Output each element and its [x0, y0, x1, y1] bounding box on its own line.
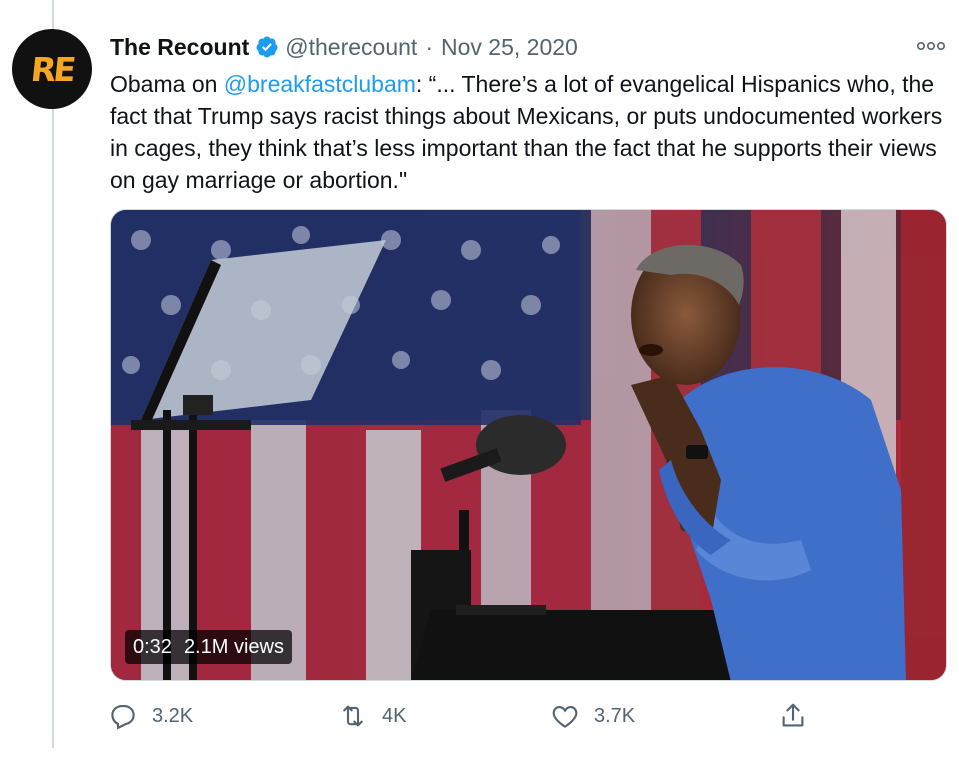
- video-info-badge: 0:32 2.1M views: [125, 630, 292, 664]
- retweet-count: 4K: [382, 704, 407, 727]
- share-icon: [782, 703, 804, 727]
- avatar[interactable]: RE: [12, 29, 92, 109]
- share-button[interactable]: [778, 696, 822, 736]
- tweet-text: Obama on @breakfastclubam: “... There’s …: [110, 68, 950, 196]
- header-separator: ·: [425, 33, 433, 60]
- like-count: 3.7K: [594, 704, 636, 727]
- video-views: 2.1M views: [183, 635, 284, 658]
- video-player[interactable]: 0:32 2.1M views: [110, 209, 947, 681]
- tweet-text-prefix: Obama on: [110, 71, 224, 97]
- author-handle[interactable]: @therecount: [285, 34, 417, 61]
- video-duration: 0:32: [133, 635, 172, 658]
- reply-icon: [111, 704, 135, 730]
- avatar-logo: RE: [28, 49, 76, 89]
- thread-line: [52, 0, 54, 748]
- tweet-date[interactable]: Nov 25, 2020: [441, 34, 578, 61]
- tweet-actions: 3.2K 4K 3.7K: [108, 696, 828, 736]
- reply-count: 3.2K: [152, 704, 194, 727]
- reply-button[interactable]: 3.2K: [108, 696, 193, 736]
- retweet-icon: [343, 705, 363, 727]
- verified-icon: [255, 35, 279, 59]
- more-icon[interactable]: [914, 36, 948, 56]
- retweet-button[interactable]: 4K: [338, 696, 406, 736]
- tweet-header: The Recount @therecount · Nov 25, 2020: [110, 30, 578, 64]
- author-display-name[interactable]: The Recount: [110, 34, 249, 61]
- like-icon: [552, 705, 578, 728]
- video-thumbnail: [111, 210, 946, 680]
- like-button[interactable]: 3.7K: [550, 696, 635, 736]
- mention-link[interactable]: @breakfastclubam: [224, 71, 416, 97]
